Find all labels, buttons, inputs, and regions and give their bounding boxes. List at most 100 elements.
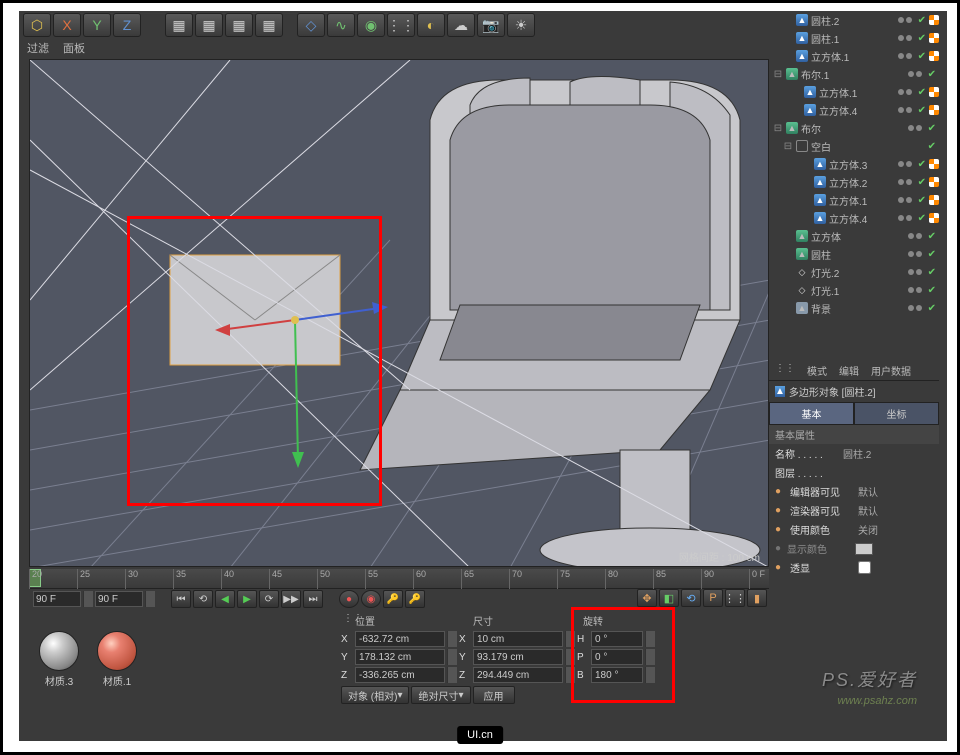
tab-coord[interactable]: 坐标 <box>854 402 939 425</box>
ruler-tick: 65 <box>461 569 474 589</box>
record-button[interactable]: ● <box>339 590 359 608</box>
next-frame-button[interactable]: ▶▶ <box>281 590 301 608</box>
axis-z-icon[interactable]: Z <box>113 13 141 37</box>
frame-end-field[interactable] <box>95 591 143 607</box>
pos-z-field[interactable]: -336.265 cm <box>355 667 445 683</box>
attr-mode[interactable]: 模式 <box>807 363 827 378</box>
texture-tag-icon[interactable] <box>929 51 939 61</box>
tool-icon[interactable]: ⬡ <box>23 13 51 37</box>
size-mode-combo[interactable]: 绝对尺寸 ▾ <box>411 686 470 704</box>
axis-x-icon[interactable]: X <box>53 13 81 37</box>
prev-key-button[interactable]: ⟲ <box>193 590 213 608</box>
size-z-field[interactable]: 294.449 cm <box>473 667 563 683</box>
size-y-field[interactable]: 93.179 cm <box>473 649 563 665</box>
deformer-icon[interactable]: ◐ <box>417 13 445 37</box>
texture-tag-icon[interactable] <box>929 159 939 169</box>
annotation-box <box>127 216 382 506</box>
usecolor-value[interactable]: 关闭 <box>858 522 878 537</box>
size-x-field[interactable]: 10 cm <box>473 631 563 647</box>
texture-tag-icon[interactable] <box>929 195 939 205</box>
xray-checkbox[interactable] <box>858 561 871 574</box>
menu-panel[interactable]: 面板 <box>63 40 85 56</box>
film-icon[interactable]: ▮ <box>747 589 767 607</box>
tree-row[interactable]: ▲圆柱.2✔ <box>769 11 939 29</box>
rendvis-value[interactable]: 默认 <box>858 503 878 518</box>
ruler-tick: 55 <box>365 569 378 589</box>
apply-button[interactable]: 应用 <box>473 686 515 704</box>
tree-row[interactable]: ⊟▲布尔.1✔ <box>769 65 939 83</box>
goto-start-button[interactable]: ⏮ <box>171 590 191 608</box>
pos-y-field[interactable]: 178.132 cm <box>355 649 445 665</box>
play-button[interactable]: ▶ <box>237 590 257 608</box>
play-back-button[interactable]: ◀ <box>215 590 235 608</box>
array-icon[interactable]: ⋮⋮ <box>387 13 415 37</box>
camera-icon[interactable]: 📷 <box>477 13 505 37</box>
tree-row[interactable]: ⊟▲布尔✔ <box>769 119 939 137</box>
viewport[interactable]: 网格间距 : 100 cm <box>29 59 769 567</box>
tree-row[interactable]: ▲立方体.1✔ <box>769 47 939 65</box>
tree-row[interactable]: ▲立方体.4✔ <box>769 209 939 227</box>
param-icon[interactable]: P <box>703 589 723 607</box>
object-label: 灯光.2 <box>811 265 908 280</box>
cube-icon[interactable]: ◇ <box>297 13 325 37</box>
tree-row[interactable]: ▲立方体✔ <box>769 227 939 245</box>
goto-end-button[interactable]: ⏭ <box>303 590 323 608</box>
tool-icon[interactable]: ▦ <box>195 13 223 37</box>
spinner[interactable] <box>447 631 457 647</box>
env-icon[interactable]: ☁ <box>447 13 475 37</box>
tree-row[interactable]: ▲圆柱✔ <box>769 245 939 263</box>
scale-icon[interactable]: ◧ <box>659 589 679 607</box>
texture-tag-icon[interactable] <box>929 15 939 25</box>
key-icon[interactable]: 🔑 <box>383 590 403 608</box>
texture-tag-icon[interactable] <box>929 105 939 115</box>
light-icon[interactable]: ☀ <box>507 13 535 37</box>
tree-row[interactable]: ▲立方体.1✔ <box>769 191 939 209</box>
editvis-value[interactable]: 默认 <box>858 484 878 499</box>
texture-tag-icon[interactable] <box>929 213 939 223</box>
tab-basic[interactable]: 基本 <box>769 402 854 425</box>
tree-row[interactable]: ▲背景✔ <box>769 299 939 317</box>
material-item[interactable]: 材质.3 <box>39 631 79 688</box>
move-icon[interactable]: ✥ <box>637 589 657 607</box>
polygon-icon: ▲ <box>775 386 785 397</box>
texture-tag-icon[interactable] <box>929 177 939 187</box>
tree-row[interactable]: ⊟空白✔ <box>769 137 939 155</box>
attr-userdata[interactable]: 用户数据 <box>871 363 911 378</box>
tree-row[interactable]: ▲立方体.4✔ <box>769 101 939 119</box>
tree-row[interactable]: ▲圆柱.1✔ <box>769 29 939 47</box>
right-panel: ▲圆柱.2✔▲圆柱.1✔▲立方体.1✔⊟▲布尔.1✔▲立方体.1✔▲立方体.4✔… <box>769 11 939 566</box>
tree-row[interactable]: ▲立方体.2✔ <box>769 173 939 191</box>
object-tree[interactable]: ▲圆柱.2✔▲圆柱.1✔▲立方体.1✔⊟▲布尔.1✔▲立方体.1✔▲立方体.4✔… <box>769 11 939 361</box>
frame-start-field[interactable] <box>33 591 81 607</box>
material-item[interactable]: 材质.1 <box>97 631 137 688</box>
tree-row[interactable]: ▲立方体.1✔ <box>769 83 939 101</box>
rotate-icon[interactable]: ⟲ <box>681 589 701 607</box>
key-icon[interactable]: 🔑 <box>405 590 425 608</box>
autokey-button[interactable]: ◉ <box>361 590 381 608</box>
spinner[interactable] <box>145 591 155 607</box>
name-value[interactable]: 圆柱.2 <box>843 446 871 461</box>
attr-edit[interactable]: 编辑 <box>839 363 859 378</box>
menu-filter[interactable]: 过滤 <box>27 40 49 56</box>
nurbs-icon[interactable]: ◉ <box>357 13 385 37</box>
spinner[interactable] <box>83 591 93 607</box>
tree-row[interactable]: ▲立方体.3✔ <box>769 155 939 173</box>
spinner[interactable] <box>447 667 457 683</box>
object-label: 立方体.3 <box>829 157 898 172</box>
texture-tag-icon[interactable] <box>929 33 939 43</box>
color-swatch[interactable] <box>855 543 873 555</box>
tool-icon[interactable]: ▦ <box>255 13 283 37</box>
tree-row[interactable]: ◇灯光.2✔ <box>769 263 939 281</box>
spline-icon[interactable]: ∿ <box>327 13 355 37</box>
tool-icon[interactable]: ▦ <box>225 13 253 37</box>
spinner[interactable] <box>447 649 457 665</box>
timeline-ruler[interactable]: 2025303540455055606570758085900 F <box>29 569 769 589</box>
dots-icon[interactable]: ⋮⋮ <box>725 589 745 607</box>
next-key-button[interactable]: ⟳ <box>259 590 279 608</box>
tree-row[interactable]: ◇灯光.1✔ <box>769 281 939 299</box>
texture-tag-icon[interactable] <box>929 87 939 97</box>
pos-mode-combo[interactable]: 对象 (相对) ▾ <box>341 686 409 704</box>
tool-icon[interactable]: ▦ <box>165 13 193 37</box>
pos-x-field[interactable]: -632.72 cm <box>355 631 445 647</box>
axis-y-icon[interactable]: Y <box>83 13 111 37</box>
